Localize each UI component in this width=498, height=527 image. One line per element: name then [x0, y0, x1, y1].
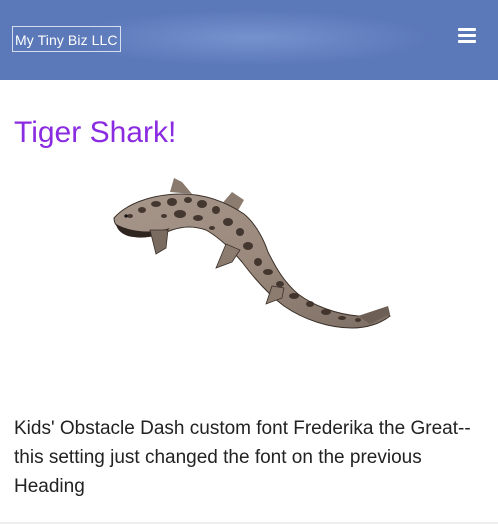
shark-image: [113, 178, 391, 329]
description-paragraph: Kids' Obstacle Dash custom font Frederik…: [14, 418, 471, 497]
hamburger-bar: [458, 40, 476, 43]
hamburger-bar: [458, 28, 476, 31]
footer-divider: [0, 522, 498, 524]
page-heading: Tiger Shark!: [14, 116, 177, 149]
top-navbar: My Tiny Biz LLC: [0, 0, 498, 80]
hamburger-bar: [458, 34, 476, 37]
brand-link[interactable]: My Tiny Biz LLC: [12, 26, 121, 52]
hamburger-menu-icon[interactable]: [458, 27, 478, 45]
